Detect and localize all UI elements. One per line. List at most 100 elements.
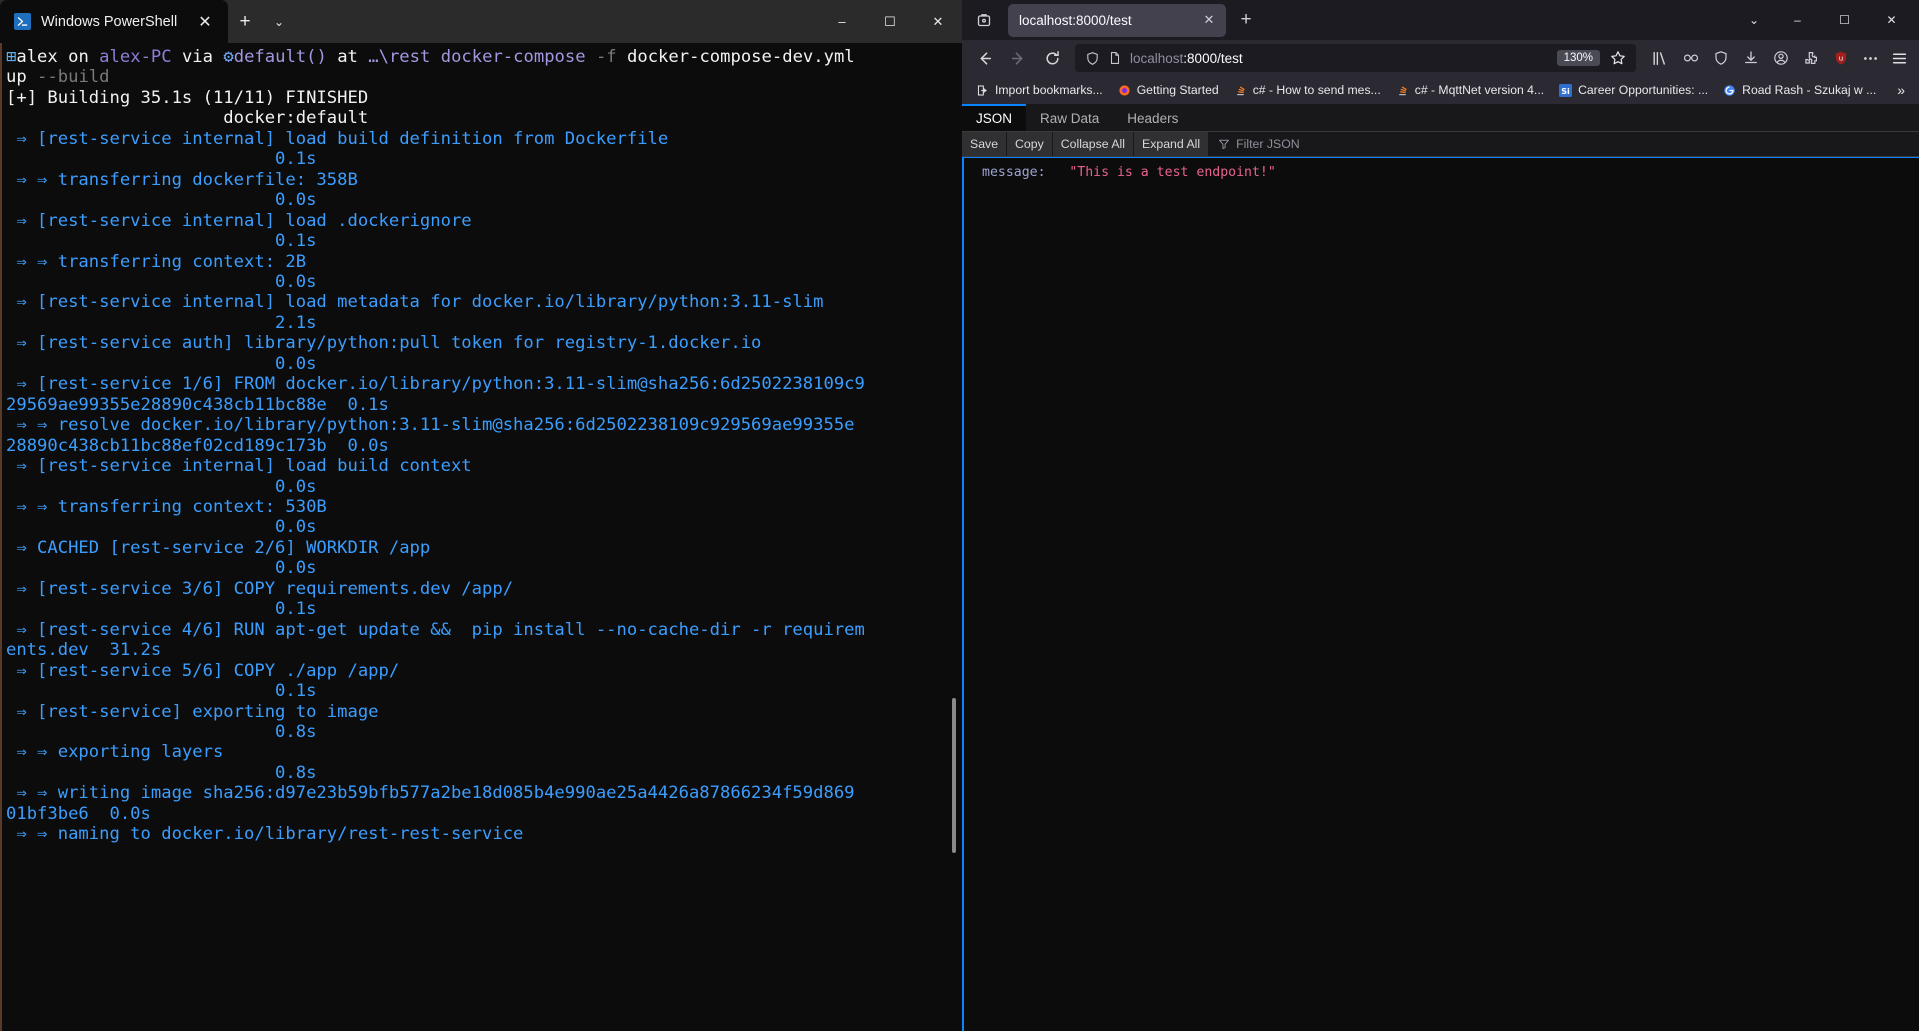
bookmark-item[interactable]: Getting Started [1110, 81, 1226, 100]
bookmarks-overflow-icon[interactable]: » [1889, 82, 1913, 98]
step-time-text: 0.1s [6, 149, 317, 170]
collapse-all-button[interactable]: Collapse All [1052, 132, 1135, 156]
firefox-window: localhost:8000/test ✕ + ⌄ – ☐ ✕ localhos… [962, 0, 1919, 1031]
tab-title: localhost:8000/test [1019, 12, 1132, 28]
terminal-step-time-line: 2.1s [2, 313, 962, 333]
shield-extension-icon[interactable] [1706, 43, 1736, 73]
terminal-build-header: [+] Building 35.1s (11/11) FINISHED [2, 88, 962, 108]
firefox-view-icon[interactable] [966, 5, 1002, 35]
close-icon[interactable]: ✕ [190, 7, 220, 37]
extensions-puzzle-icon[interactable] [1796, 43, 1826, 73]
firefox-icon [1117, 83, 1132, 98]
close-button[interactable]: ✕ [1868, 0, 1915, 40]
terminal-step-line: ⇒ [rest-service 5/6] COPY ./app /app/ [2, 661, 962, 681]
terminal-scrollbar[interactable] [952, 698, 956, 853]
step-text: ⇒ [rest-service] exporting to image [6, 701, 379, 722]
browser-tab[interactable]: localhost:8000/test ✕ [1008, 3, 1226, 37]
build-header-text: [+] Building 35.1s (11/11) FINISHED [6, 87, 369, 108]
close-button[interactable]: ✕ [914, 0, 962, 43]
step-time-text: 2.1s [6, 312, 317, 333]
terminal-step-line: ⇒ ⇒ exporting layers [2, 742, 962, 762]
extension-link-icon[interactable] [1676, 43, 1706, 73]
overflow-menu-icon[interactable] [1856, 43, 1884, 73]
terminal-step-time-line: 0.0s [2, 272, 962, 292]
step-text: ⇒ [rest-service 5/6] COPY ./app /app/ [6, 660, 400, 681]
step-text: ⇒ [rest-service internal] load build con… [6, 456, 472, 477]
svg-text:Si: Si [1561, 85, 1570, 95]
step-time-text: 0.0s [6, 353, 317, 374]
bookmark-item[interactable]: Import bookmarks... [968, 81, 1110, 100]
step-text: ⇒ [rest-service 4/6] RUN apt-get update … [6, 619, 865, 640]
bookmark-item[interactable]: Road Rash - Szukaj w ... [1715, 81, 1883, 100]
powershell-titlebar: Windows PowerShell ✕ + ⌄ – ☐ ✕ [0, 0, 962, 43]
terminal-step-time-line: 0.1s [2, 599, 962, 619]
star-icon[interactable] [1606, 50, 1630, 66]
minimize-button[interactable]: – [818, 0, 866, 43]
json-viewer-panel: JSON Raw Data Headers Save Copy Collapse A… [962, 104, 1919, 1031]
bookmark-item[interactable]: c# - How to send mes... [1226, 81, 1388, 100]
new-tab-button[interactable]: + [1230, 5, 1262, 35]
step-text: ⇒ ⇒ transferring context: 530B [6, 496, 327, 517]
terminal-step-line: ⇒ [rest-service internal] load build con… [2, 456, 962, 476]
step-wrap-text: 29569ae99355e28890c438cb11bc88e 0.1s [6, 394, 389, 415]
step-text: ⇒ ⇒ resolve docker.io/library/python:3.1… [6, 415, 855, 436]
account-icon[interactable] [1766, 43, 1796, 73]
back-arrow-icon[interactable] [967, 43, 1001, 73]
terminal-prompt-line-2: up --build [2, 67, 962, 87]
json-viewer-tab[interactable]: Headers [1113, 104, 1192, 131]
expand-all-button[interactable]: Expand All [1134, 132, 1210, 156]
json-viewer-tab[interactable]: Raw Data [1026, 104, 1113, 131]
step-time-text: 0.1s [6, 599, 317, 620]
minimize-button[interactable]: – [1774, 0, 1821, 40]
step-text: ⇒ CACHED [rest-service 2/6] WORKDIR /app [6, 537, 431, 558]
tab-list-chevron-icon[interactable]: ⌄ [1734, 0, 1774, 40]
tab-close-icon[interactable]: ✕ [1198, 9, 1220, 31]
reload-icon[interactable] [1035, 43, 1069, 73]
powershell-tab[interactable]: Windows PowerShell ✕ [0, 0, 228, 43]
prompt-at: at [326, 47, 369, 67]
prompt-via: via [171, 47, 224, 67]
zoom-level-badge[interactable]: 130% [1556, 50, 1600, 66]
si-icon: Si [1558, 83, 1573, 98]
copy-button[interactable]: Copy [1007, 132, 1053, 156]
sp [430, 47, 440, 67]
step-time-text: 0.0s [6, 558, 317, 579]
library-icon[interactable] [1642, 43, 1676, 73]
terminal-step-line: ⇒ [rest-service] exporting to image [2, 702, 962, 722]
page-icon[interactable] [1108, 51, 1122, 65]
app-menu-icon[interactable] [1884, 43, 1914, 73]
step-text: ⇒ [rest-service internal] load .dockerig… [6, 210, 472, 231]
url-bar[interactable]: localhost:8000/test 130% [1075, 44, 1636, 72]
step-time-text: 0.0s [6, 190, 317, 211]
step-text: ⇒ [rest-service auth] library/python:pul… [6, 333, 762, 354]
json-content-area[interactable]: message: "This is a test endpoint!" [962, 157, 1919, 1031]
terminal-step-line: ⇒ [rest-service 3/6] COPY requirements.d… [2, 579, 962, 599]
env-icon: ⚙ [223, 47, 234, 67]
terminal-step-time-line: 0.1s [2, 231, 962, 251]
prompt-continuation: up [6, 67, 38, 88]
terminal-step-time-line: 0.0s [2, 517, 962, 537]
maximize-button[interactable]: ☐ [1821, 0, 1868, 40]
maximize-button[interactable]: ☐ [866, 0, 914, 43]
save-button[interactable]: Save [962, 132, 1008, 156]
forward-arrow-icon[interactable] [1001, 43, 1035, 73]
json-viewer-tab[interactable]: JSON [962, 104, 1027, 131]
terminal-step-line: ⇒ ⇒ transferring dockerfile: 358B [2, 170, 962, 190]
bookmark-item[interactable]: Si Career Opportunities: ... [1551, 81, 1715, 100]
json-key: message: [982, 165, 1046, 180]
terminal-output[interactable]: ⊞alex on alex-PC via ⚙default() at …\res… [0, 43, 962, 1031]
terminal-builder-line: docker:default [2, 108, 962, 128]
json-filter-input[interactable]: Filter JSON [1209, 132, 1919, 156]
json-row[interactable]: message: "This is a test endpoint!" [964, 164, 1919, 182]
new-tab-button[interactable]: + [228, 5, 262, 39]
terminal-step-line: ⇒ [rest-service internal] load build def… [2, 129, 962, 149]
svg-text:u: u [1839, 54, 1843, 62]
ublock-origin-icon[interactable]: u [1826, 43, 1856, 73]
chevron-down-icon[interactable]: ⌄ [262, 5, 296, 39]
prompt-flag: -f [595, 47, 617, 67]
bookmark-item[interactable]: c# - MqttNet version 4... [1388, 81, 1551, 100]
json-value: "This is a test endpoint!" [1045, 165, 1276, 180]
shield-icon[interactable] [1085, 51, 1100, 66]
step-text: ⇒ ⇒ transferring dockerfile: 358B [6, 169, 358, 190]
downloads-icon[interactable] [1736, 43, 1766, 73]
